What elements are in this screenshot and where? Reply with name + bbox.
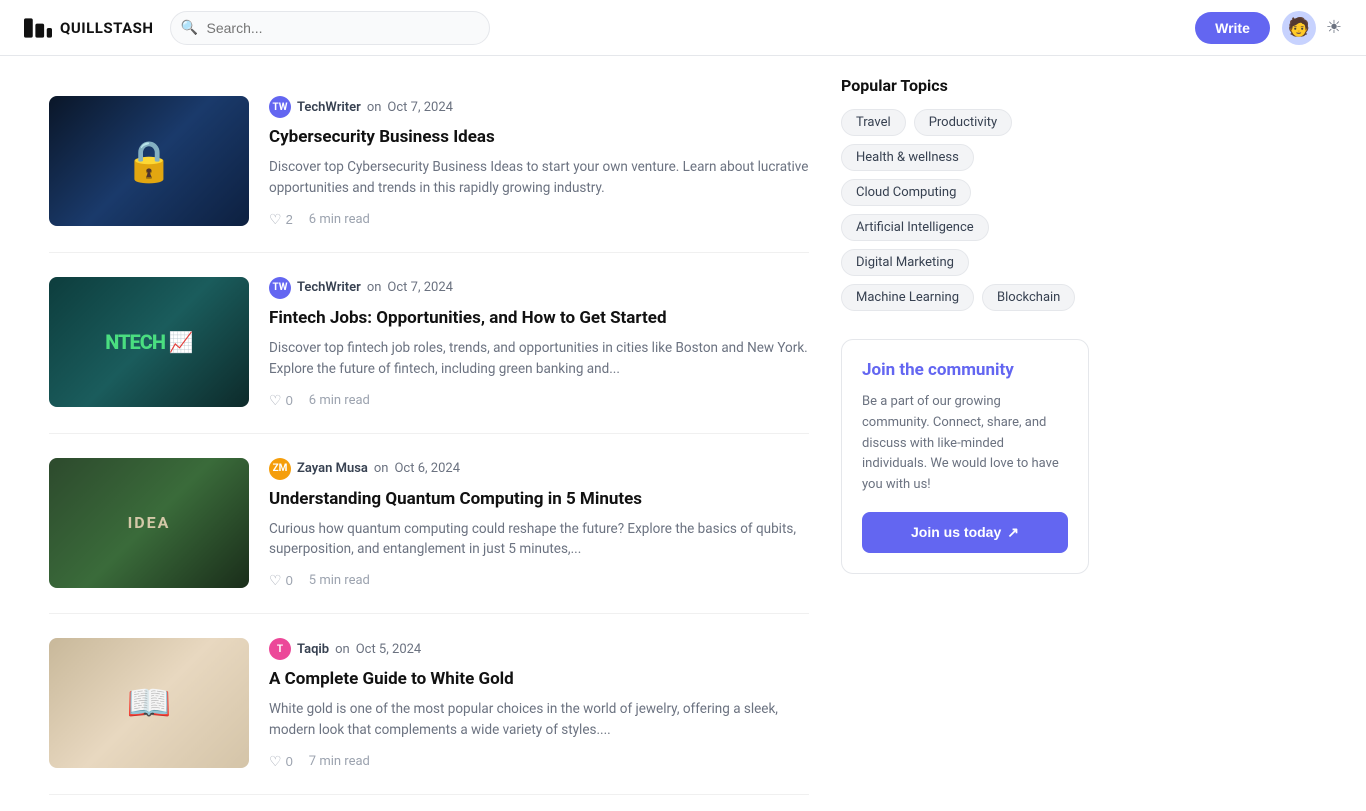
article-card: IDEA ZM Zayan Musa on Oct 6, 2024 Unders… [49, 434, 809, 615]
article-title[interactable]: Fintech Jobs: Opportunities, and How to … [269, 307, 809, 330]
logo[interactable]: QUILLSTASH [24, 18, 154, 38]
meta-separator: on [335, 642, 350, 657]
thumb-icon: 📖 [127, 682, 172, 724]
user-avatar[interactable]: 🧑 [1282, 11, 1316, 45]
article-content: TW TechWriter on Oct 7, 2024 Fintech Job… [269, 277, 809, 409]
thumb-text: IDEA [128, 513, 171, 532]
read-time: 6 min read [309, 393, 370, 408]
topics-grid: Travel Productivity Health & wellness Cloud… [841, 109, 1089, 311]
article-footer: ♡ 2 6 min read [269, 211, 809, 228]
article-meta: T Taqib on Oct 5, 2024 [269, 638, 809, 660]
meta-separator: on [374, 461, 389, 476]
article-title[interactable]: Cybersecurity Business Ideas [269, 126, 809, 149]
topic-tag[interactable]: Travel [841, 109, 906, 136]
navbar: QUILLSTASH 🔍 Write 🧑 ☀ [0, 0, 1366, 56]
article-card: NTECH 📈 TW TechWriter on Oct 7, 2024 Fin… [49, 253, 809, 434]
thumb-icon: 🔒 [124, 138, 174, 185]
meta-separator: on [367, 100, 382, 115]
article-meta: ZM Zayan Musa on Oct 6, 2024 [269, 458, 809, 480]
author-name: TechWriter [297, 280, 361, 295]
like-button[interactable]: ♡ 2 [269, 211, 293, 228]
author-avatar: TW [269, 277, 291, 299]
sidebar: Popular Topics Travel Productivity Health … [809, 56, 1089, 811]
theme-toggle-button[interactable]: ☀ [1326, 17, 1342, 38]
article-excerpt: White gold is one of the most popular ch… [269, 699, 809, 741]
like-button[interactable]: ♡ 0 [269, 392, 293, 409]
meta-separator: on [367, 280, 382, 295]
article-thumbnail: IDEA [49, 458, 249, 588]
article-date: Oct 7, 2024 [387, 100, 453, 115]
author-avatar: TW [269, 96, 291, 118]
main-layout: 🔒 TW TechWriter on Oct 7, 2024 Cybersecu… [33, 56, 1333, 811]
article-feed: 🔒 TW TechWriter on Oct 7, 2024 Cybersecu… [49, 56, 809, 811]
read-time: 7 min read [309, 754, 370, 769]
article-meta: TW TechWriter on Oct 7, 2024 [269, 277, 809, 299]
article-card: 🔒 TW TechWriter on Oct 7, 2024 Cybersecu… [49, 72, 809, 253]
search-bar: 🔍 [170, 11, 490, 45]
community-box: Join the community Be a part of our grow… [841, 339, 1089, 574]
heart-icon: ♡ [269, 211, 282, 228]
join-button-label: Join us today [911, 524, 1001, 540]
popular-topics-title: Popular Topics [841, 76, 1089, 95]
article-date: Oct 6, 2024 [394, 461, 460, 476]
article-meta: TW TechWriter on Oct 7, 2024 [269, 96, 809, 118]
like-count: 0 [286, 393, 293, 408]
like-button[interactable]: ♡ 0 [269, 572, 293, 589]
article-date: Oct 7, 2024 [387, 280, 453, 295]
like-count: 0 [286, 573, 293, 588]
topic-tag[interactable]: Artificial Intelligence [841, 214, 989, 241]
logo-text: QUILLSTASH [60, 19, 154, 37]
thumb-text: NTECH 📈 [105, 330, 193, 354]
logo-icon [24, 18, 52, 38]
author-name: TechWriter [297, 100, 361, 115]
topic-tag[interactable]: Health & wellness [841, 144, 974, 171]
article-thumbnail: 🔒 [49, 96, 249, 226]
article-content: ZM Zayan Musa on Oct 6, 2024 Understandi… [269, 458, 809, 590]
write-button[interactable]: Write [1195, 12, 1270, 44]
topic-tag[interactable]: Blockchain [982, 284, 1075, 311]
author-name: Taqib [297, 642, 329, 657]
article-thumbnail: NTECH 📈 [49, 277, 249, 407]
article-footer: ♡ 0 5 min read [269, 572, 809, 589]
topic-tag[interactable]: Machine Learning [841, 284, 974, 311]
read-time: 6 min read [309, 212, 370, 227]
article-title[interactable]: A Complete Guide to White Gold [269, 668, 809, 691]
heart-icon: ♡ [269, 392, 282, 409]
article-content: T Taqib on Oct 5, 2024 A Complete Guide … [269, 638, 809, 770]
article-excerpt: Curious how quantum computing could resh… [269, 519, 809, 561]
topic-tag[interactable]: Productivity [914, 109, 1012, 136]
join-button-arrow: ↗ [1007, 524, 1019, 541]
search-icon: 🔍 [181, 20, 198, 36]
search-input[interactable] [170, 11, 490, 45]
author-avatar: T [269, 638, 291, 660]
topic-tag[interactable]: Digital Marketing [841, 249, 969, 276]
community-description: Be a part of our growing community. Conn… [862, 392, 1068, 496]
article-content: TW TechWriter on Oct 7, 2024 Cybersecuri… [269, 96, 809, 228]
article-card: 📖 T Taqib on Oct 5, 2024 A Complete Guid… [49, 614, 809, 795]
topic-tag[interactable]: Cloud Computing [841, 179, 971, 206]
join-community-button[interactable]: Join us today ↗ [862, 512, 1068, 553]
article-excerpt: Discover top Cybersecurity Business Idea… [269, 157, 809, 199]
article-excerpt: Discover top fintech job roles, trends, … [269, 338, 809, 380]
read-time: 5 min read [309, 573, 370, 588]
author-name: Zayan Musa [297, 461, 368, 476]
author-avatar: ZM [269, 458, 291, 480]
community-title: Join the community [862, 360, 1068, 380]
like-count: 0 [286, 754, 293, 769]
article-thumbnail: 📖 [49, 638, 249, 768]
like-count: 2 [286, 212, 293, 227]
article-footer: ♡ 0 6 min read [269, 392, 809, 409]
article-date: Oct 5, 2024 [356, 642, 422, 657]
article-title[interactable]: Understanding Quantum Computing in 5 Min… [269, 488, 809, 511]
heart-icon: ♡ [269, 572, 282, 589]
